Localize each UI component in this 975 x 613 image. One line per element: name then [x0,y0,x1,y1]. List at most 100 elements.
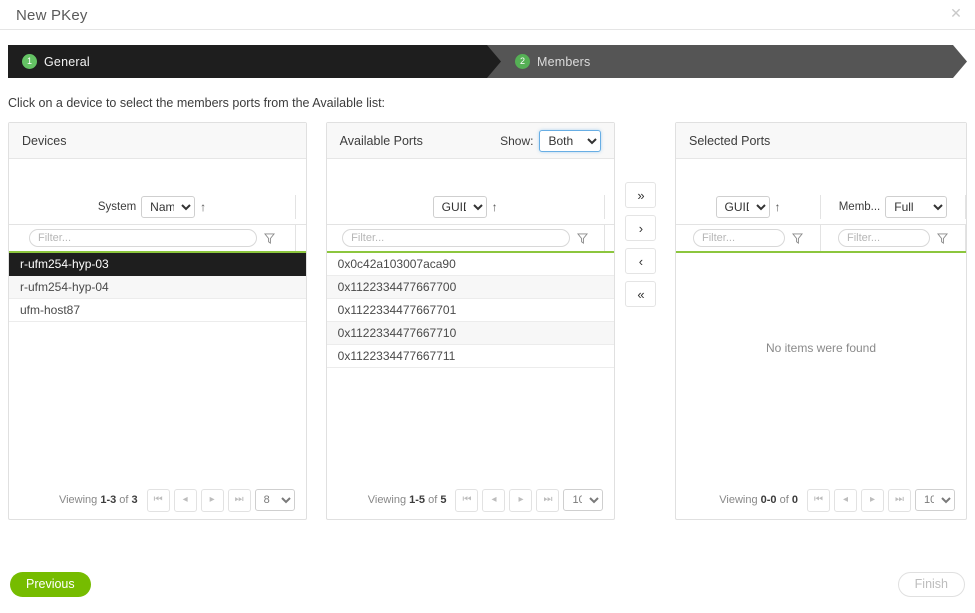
table-row[interactable]: 0x1122334477667701 [327,299,615,322]
close-icon[interactable]: ✕ [947,4,965,22]
first-page-button[interactable]: ⏮ [807,489,830,512]
viewing-range: 0-0 [761,494,777,506]
first-page-button[interactable]: ⏮ [455,489,478,512]
dialog-titlebar: New PKey ✕ [0,0,975,30]
viewing-prefix: Viewing [719,494,757,506]
remove-selected-button[interactable]: ‹ [625,248,656,274]
of-label: of [780,494,789,506]
selected-guid-filter-cell [676,225,821,251]
viewing-total: 5 [440,494,446,506]
devices-grid: System Name ↑ r-ufm254-hyp-03 r-ufm25 [9,159,306,481]
step-label-members: Members [537,55,591,69]
viewing-prefix: Viewing [368,494,406,506]
next-page-button[interactable]: ▸ [509,489,532,512]
next-page-button[interactable]: ▸ [861,489,884,512]
empty-state-message: No items were found [676,341,966,355]
available-show-control: Show: Both [500,130,601,152]
available-field-select[interactable]: GUID [433,196,487,218]
table-row[interactable]: 0x1122334477667710 [327,322,615,345]
devices-filter-input[interactable] [29,229,257,247]
devices-panel-header: Devices [9,123,306,159]
filter-icon[interactable] [792,233,803,244]
last-page-button[interactable]: ⏭ [228,489,251,512]
previous-page-button[interactable]: ◂ [174,489,197,512]
available-ports-title: Available Ports [340,134,423,148]
membership-select[interactable]: Full [885,196,947,218]
selected-column-guid: GUID ↑ [676,195,821,219]
devices-pagination-text: Viewing 1-3 of 3 [59,494,138,506]
add-all-button[interactable]: » [625,182,656,208]
devices-pagination: Viewing 1-3 of 3 ⏮ ◂ ▸ ⏭ 8 [9,481,306,519]
of-label: of [428,494,437,506]
filter-icon[interactable] [264,233,275,244]
available-column-guid: GUID ↑ [327,195,605,219]
table-row[interactable]: 0x1122334477667711 [327,345,615,368]
last-page-button[interactable]: ⏭ [536,489,559,512]
show-filter-select[interactable]: Both [539,130,601,152]
available-filter-input[interactable] [342,229,570,247]
selected-ports-title: Selected Ports [689,134,770,148]
viewing-range: 1-3 [100,494,116,506]
devices-field-select[interactable]: Name [141,196,195,218]
table-row[interactable]: r-ufm254-hyp-04 [9,276,306,299]
devices-panel-title: Devices [22,134,66,148]
wizard-step-general[interactable]: 1 General [8,45,501,78]
available-ports-grid: GUID ↑ 0x0c42a103007aca90 0x112233447766… [327,159,615,481]
first-page-button[interactable]: ⏮ [147,489,170,512]
add-selected-button[interactable]: › [625,215,656,241]
viewing-prefix: Viewing [59,494,97,506]
instruction-text: Click on a device to select the members … [8,96,975,110]
selected-guid-filter-input[interactable] [693,229,785,247]
viewing-range: 1-5 [409,494,425,506]
last-page-button[interactable]: ⏭ [888,489,911,512]
selected-ports-grid: GUID ↑ Memb... Full [676,159,966,481]
remove-all-button[interactable]: « [625,281,656,307]
transfer-button-group: » › ‹ « [625,182,658,307]
selected-guid-field-select[interactable]: GUID [716,196,770,218]
selected-filter-row [676,225,966,253]
devices-row-list: r-ufm254-hyp-03 r-ufm254-hyp-04 ufm-host… [9,253,306,481]
wizard-stepper: 1 General 2 Members [8,45,967,78]
filter-icon[interactable] [937,233,948,244]
sort-ascending-icon[interactable]: ↑ [492,201,498,213]
devices-panel: Devices System Name ↑ [8,122,307,520]
devices-column-group-label: System [98,201,136,213]
viewing-total: 3 [132,494,138,506]
selected-row-list: No items were found [676,253,966,481]
available-column-header: GUID ↑ [327,159,615,225]
available-filter-cell [327,225,605,251]
selected-page-size-select[interactable]: 10 [915,489,955,511]
selected-pagination: Viewing 0-0 of 0 ⏮ ◂ ▸ ⏭ 10 [676,481,966,519]
step-number-badge: 2 [515,54,530,69]
step-label-general: General [44,55,90,69]
table-row[interactable]: ufm-host87 [9,299,306,322]
finish-button[interactable]: Finish [898,572,965,597]
membership-column-label: Memb... [839,201,881,213]
next-page-button[interactable]: ▸ [201,489,224,512]
selected-membership-filter-cell [821,225,966,251]
available-ports-header: Available Ports Show: Both [327,123,615,159]
devices-column-header: System Name ↑ [9,159,306,225]
table-row[interactable]: 0x0c42a103007aca90 [327,253,615,276]
selected-column-header: GUID ↑ Memb... Full [676,159,966,225]
available-pagination-text: Viewing 1-5 of 5 [368,494,447,506]
previous-page-button[interactable]: ◂ [482,489,505,512]
table-row[interactable]: 0x1122334477667700 [327,276,615,299]
dialog-footer: Previous Finish [0,555,975,613]
step-number-badge: 1 [22,54,37,69]
of-label: of [119,494,128,506]
previous-page-button[interactable]: ◂ [834,489,857,512]
selected-membership-filter-input[interactable] [838,229,930,247]
table-row[interactable]: r-ufm254-hyp-03 [9,253,306,276]
wizard-step-members[interactable]: 2 Members [487,45,967,78]
filter-icon[interactable] [577,233,588,244]
devices-page-size-select[interactable]: 8 [255,489,295,511]
available-page-size-select[interactable]: 10 [563,489,603,511]
available-pagination: Viewing 1-5 of 5 ⏮ ◂ ▸ ⏭ 10 [327,481,615,519]
sort-ascending-icon[interactable]: ↑ [775,201,781,213]
sort-ascending-icon[interactable]: ↑ [200,201,206,213]
available-ports-panel: Available Ports Show: Both GUID ↑ [326,122,616,520]
devices-filter-cell [9,225,296,251]
devices-filter-row [9,225,306,253]
previous-button[interactable]: Previous [10,572,91,597]
